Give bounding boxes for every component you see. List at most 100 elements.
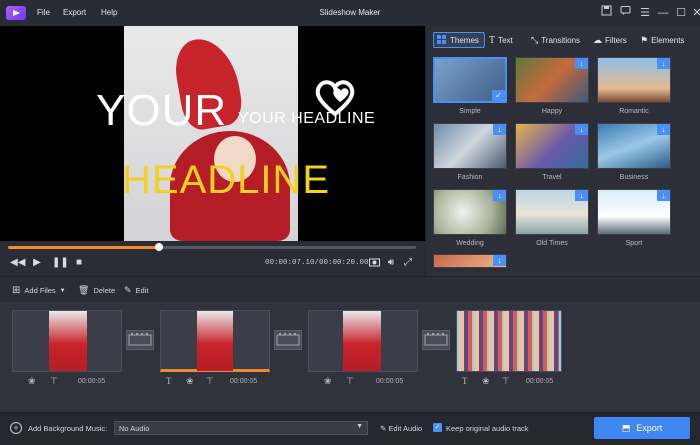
clip-duration: 00:00:05	[230, 378, 258, 385]
download-icon: ↓	[493, 124, 506, 135]
clip-thumbnail	[459, 311, 559, 371]
clip-thumbnail	[197, 311, 233, 371]
snapshot-icon[interactable]	[367, 257, 381, 269]
tab-transitions[interactable]: ⤡ Transitions	[531, 33, 580, 47]
download-icon: ↓	[657, 124, 670, 135]
film-transition-icon	[276, 333, 300, 346]
play-icon[interactable]: ▶	[30, 257, 44, 269]
tab-text[interactable]: T Text	[489, 33, 513, 47]
download-icon: ↓	[657, 58, 670, 69]
background-music-select[interactable]: No Audio ▼	[114, 421, 368, 435]
theme-label: Sport	[625, 240, 643, 247]
transition-slot-1[interactable]	[126, 330, 154, 350]
crop-icon[interactable]: ⊤	[346, 376, 354, 387]
headline-small: YOUR HEADLINE	[238, 110, 376, 127]
edit-audio-button[interactable]: ✎ Edit Audio	[380, 424, 422, 433]
clip-thumbnail	[343, 311, 381, 371]
add-music-label: Add Background Music:	[28, 424, 108, 433]
timeline-clip-1[interactable]	[12, 310, 122, 372]
filters-icon: ☁	[593, 34, 602, 45]
save-icon[interactable]	[598, 5, 614, 21]
tab-themes-label: Themes	[450, 35, 479, 45]
timecode: 00:00:07.10/00:00:20.00	[265, 259, 369, 267]
film-transition-icon	[128, 333, 152, 346]
crop-icon[interactable]: ⊤	[50, 376, 58, 387]
edit-label: Edit	[135, 286, 149, 295]
add-files-icon: ⊞	[12, 285, 21, 296]
headline-headline: HEADLINE	[122, 158, 331, 202]
download-icon: ↓	[575, 190, 588, 201]
film-transition-icon	[424, 333, 448, 346]
themes-grid-icon	[437, 35, 447, 45]
transition-slot-3[interactable]	[422, 330, 450, 350]
theme-thumb-happy[interactable]: ↓	[515, 57, 589, 103]
tab-themes[interactable]: Themes	[433, 32, 485, 48]
rewind-icon[interactable]: ◀◀	[10, 257, 25, 269]
crop-icon[interactable]: ⊤	[206, 376, 214, 387]
stop-icon[interactable]: ■	[72, 257, 86, 269]
timeline-clip-4[interactable]	[456, 310, 562, 372]
effects-icon[interactable]: ❀	[28, 376, 36, 387]
crop-icon[interactable]: ⊤	[502, 376, 510, 387]
theme-thumb-business[interactable]: ↓	[597, 123, 671, 169]
download-icon: ↓	[657, 190, 670, 201]
text-t-icon[interactable]: T	[166, 376, 172, 386]
download-icon: ↓	[575, 58, 588, 69]
volume-icon[interactable]: 🔊︎	[384, 257, 398, 269]
theme-label: Travel	[542, 174, 562, 181]
export-label: Export	[636, 423, 663, 433]
keep-audio-label: Keep original audio track	[446, 424, 529, 433]
minimize-icon[interactable]: —	[655, 5, 671, 21]
keep-audio-checkbox[interactable]: ✓	[433, 423, 442, 432]
tab-filters[interactable]: ☁ Filters	[593, 33, 627, 47]
theme-thumb-fashion[interactable]: ↓	[433, 123, 507, 169]
theme-thumb-romantic[interactable]: ↓	[597, 57, 671, 103]
chevron-down-icon: ▼	[356, 423, 363, 430]
effects-icon[interactable]: ❀	[482, 376, 490, 387]
selected-check-icon: ✓	[492, 90, 505, 101]
theme-label: Romantic	[619, 108, 649, 115]
menu-lines-icon[interactable]: ☰	[637, 5, 653, 21]
theme-label: Old Times	[536, 240, 568, 247]
theme-thumb-partial[interactable]: ↓	[433, 254, 507, 268]
timeline-clip-3[interactable]	[308, 310, 418, 372]
text-t-icon[interactable]: T	[462, 376, 468, 386]
window-title: Slideshow Maker	[319, 8, 381, 17]
theme-thumb-simple[interactable]: ✓	[433, 57, 507, 103]
theme-label: Business	[619, 174, 649, 181]
timeline-clip-2[interactable]	[160, 310, 270, 372]
theme-label: Fashion	[457, 174, 483, 181]
clip-duration: 00:00:05	[78, 378, 106, 385]
close-icon[interactable]: ✕	[689, 5, 700, 21]
edit-audio-label: Edit Audio	[388, 424, 423, 433]
export-icon: ⬒	[621, 422, 631, 433]
fullscreen-icon[interactable]: ⤢	[401, 257, 415, 269]
chevron-down-icon: ▼	[59, 287, 66, 294]
theme-label: Happy	[541, 108, 563, 115]
edit-button[interactable]: ✎ Edit	[124, 285, 148, 296]
theme-thumb-old-times[interactable]: ↓	[515, 189, 589, 235]
theme-thumb-travel[interactable]: ↓	[515, 123, 589, 169]
feedback-icon[interactable]	[617, 5, 633, 21]
maximize-icon[interactable]: ☐	[673, 5, 689, 21]
text-t-icon: T	[489, 34, 496, 46]
effects-icon[interactable]: ❀	[324, 376, 332, 387]
tab-filters-label: Filters	[605, 35, 627, 45]
tab-elements[interactable]: ⚑ Elements	[640, 33, 684, 47]
download-icon: ↓	[575, 124, 588, 135]
seek-handle[interactable]	[154, 243, 163, 251]
add-music-icon[interactable]: +	[10, 422, 22, 434]
effects-icon[interactable]: ❀	[186, 376, 194, 387]
seek-progress	[8, 246, 159, 249]
delete-label: Delete	[93, 286, 116, 295]
tab-elements-label: Elements	[651, 35, 685, 45]
delete-button[interactable]: 🗑︎ Delete	[78, 285, 115, 296]
theme-thumb-wedding[interactable]: ↓	[433, 189, 507, 235]
download-icon: ↓	[493, 255, 506, 266]
add-files-button[interactable]: ⊞ Add Files ▼	[12, 285, 66, 296]
audio-select-value: No Audio	[119, 424, 150, 433]
export-button[interactable]: ⬒ Export	[594, 417, 690, 439]
pause-icon[interactable]: ❚❚	[52, 257, 69, 269]
transition-slot-2[interactable]	[274, 330, 302, 350]
theme-thumb-sport[interactable]: ↓	[597, 189, 671, 235]
